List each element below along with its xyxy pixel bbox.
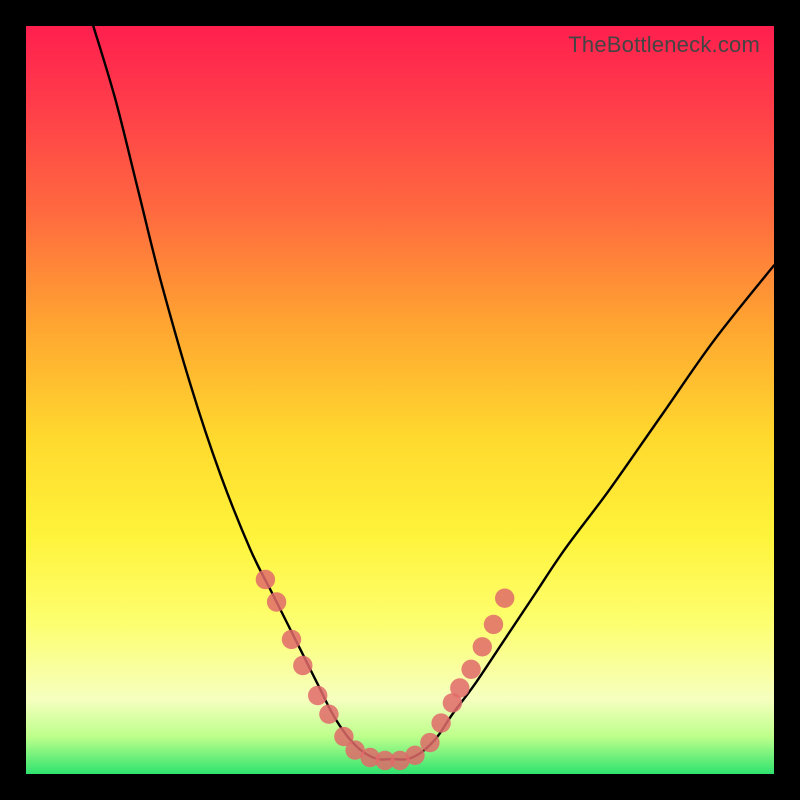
chart-frame: TheBottleneck.com xyxy=(0,0,800,800)
chart-marker xyxy=(431,713,450,732)
plot-area: TheBottleneck.com xyxy=(26,26,774,774)
chart-marker xyxy=(405,746,424,765)
chart-marker xyxy=(293,656,312,675)
chart-marker xyxy=(450,678,469,697)
chart-marker xyxy=(473,637,492,656)
chart-marker xyxy=(319,705,338,724)
chart-marker xyxy=(495,589,514,608)
chart-curve xyxy=(93,26,774,760)
chart-marker xyxy=(308,686,327,705)
chart-marker xyxy=(282,630,301,649)
chart-markers xyxy=(256,570,515,770)
chart-marker xyxy=(267,592,286,611)
chart-marker xyxy=(256,570,275,589)
chart-marker xyxy=(461,660,480,679)
chart-marker xyxy=(420,733,439,752)
chart-marker xyxy=(484,615,503,634)
chart-overlay xyxy=(26,26,774,774)
